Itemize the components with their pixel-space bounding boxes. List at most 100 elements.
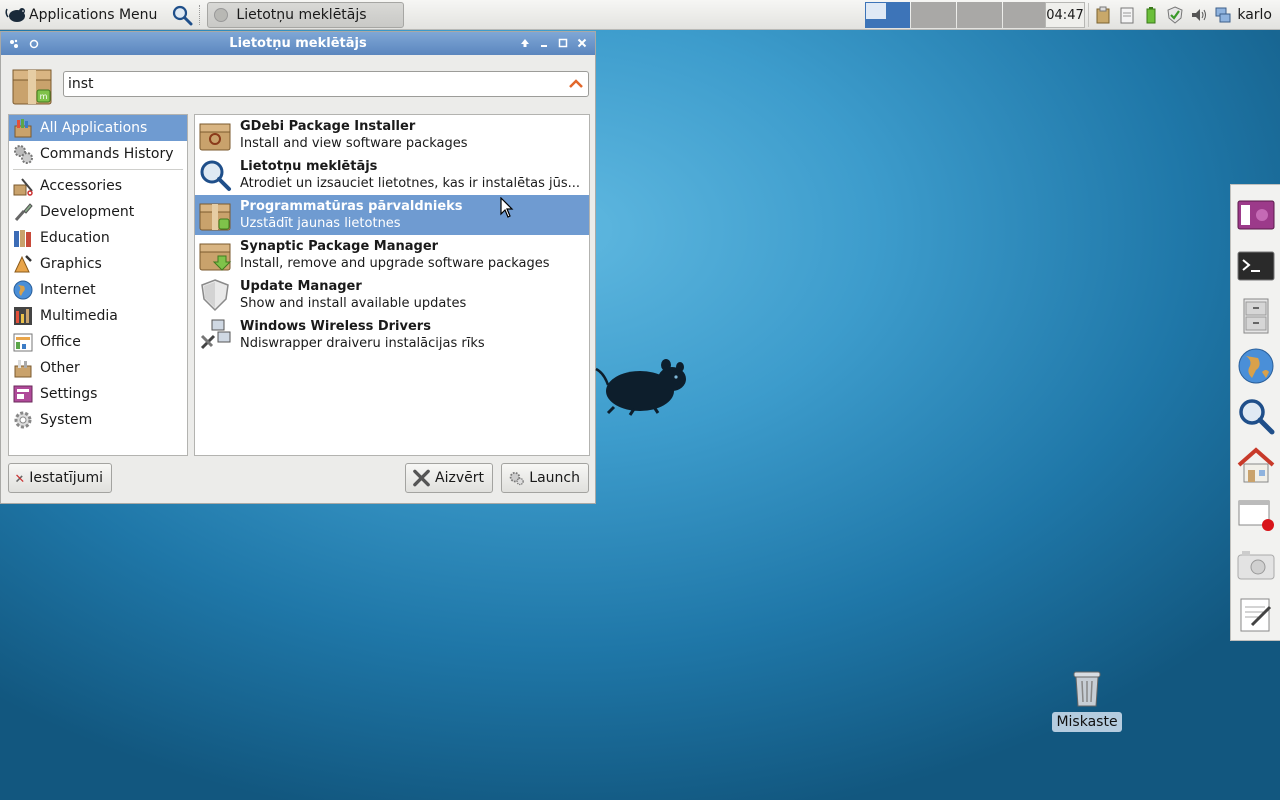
app-name: Lietotņu meklētājs [240, 159, 378, 174]
category-education[interactable]: Education [9, 225, 187, 251]
terminal-icon [1237, 251, 1274, 281]
workspace-3[interactable] [957, 2, 1002, 28]
globe-icon [13, 280, 33, 300]
trash-label: Miskaste [1052, 712, 1122, 732]
user-name[interactable]: karlo [1237, 0, 1272, 30]
chevron-up-icon[interactable] [568, 76, 584, 92]
app-finder-launcher[interactable] [169, 2, 195, 28]
graphics-icon [14, 255, 32, 273]
dock-home-folder[interactable] [1234, 440, 1278, 490]
settings-icon [13, 385, 33, 403]
dock-app-finder[interactable] [1234, 391, 1278, 441]
desktop-trash[interactable]: Miskaste [1052, 668, 1122, 732]
app-name: Update Manager [240, 279, 362, 294]
update-check-icon[interactable] [1165, 5, 1185, 25]
all-applications-icon [14, 119, 32, 138]
shield-icon [201, 279, 229, 312]
window-titlebar[interactable]: Lietotņu meklētājs [1, 32, 595, 55]
other-icon [14, 360, 32, 378]
category-development[interactable]: Development [9, 199, 187, 225]
app-name: Windows Wireless Drivers [240, 319, 431, 334]
search-input-value: inst [68, 76, 94, 92]
workspace-1[interactable] [865, 2, 910, 28]
application-list: GDebi Package Installer Install and view… [194, 114, 590, 456]
office-icon [13, 333, 33, 352]
category-multimedia[interactable]: Multimedia [9, 303, 187, 329]
workspace-4[interactable] [1003, 2, 1048, 28]
dock-screenshot[interactable] [1234, 540, 1278, 590]
dock-terminal[interactable] [1234, 241, 1278, 291]
category-graphics[interactable]: Graphics [9, 251, 187, 277]
category-all-applications[interactable]: All Applications [9, 115, 187, 141]
top-panel: Applications Menu Lietotņu meklētājs 04:… [0, 0, 1280, 30]
notes-icon[interactable] [1117, 5, 1137, 25]
app-lietotnu-mekletajs[interactable]: Lietotņu meklētājs Atrodiet un izsauciet… [195, 155, 589, 195]
app-description: Install and view software packages [240, 136, 468, 151]
taskbar-window-button[interactable]: Lietotņu meklētājs [207, 1, 405, 28]
development-icon [14, 203, 33, 221]
volume-icon[interactable] [1189, 5, 1209, 25]
applications-menu-button[interactable]: Applications Menu [0, 0, 163, 30]
magnifier-icon [173, 5, 193, 25]
file-cabinet-icon [1243, 298, 1268, 334]
app-description: Atrodiet un izsauciet lietotnes, kas ir … [240, 176, 581, 191]
multimedia-icon [14, 307, 32, 325]
category-settings[interactable]: Settings [9, 381, 187, 407]
workspace-2[interactable] [911, 2, 956, 28]
app-programmaturas-parvaldnieks[interactable]: Programmatūras pārvaldnieks Uzstādīt jau… [195, 195, 589, 235]
gears-icon [14, 145, 33, 164]
package-box-icon [199, 123, 231, 151]
network-icon[interactable] [1213, 5, 1233, 25]
category-separator [13, 169, 183, 170]
dock-web-browser[interactable] [1234, 341, 1278, 391]
close-icon[interactable] [575, 35, 589, 51]
category-accessories[interactable]: Accessories [9, 173, 187, 199]
app-windows-wireless-drivers[interactable]: Windows Wireless Drivers Ndiswrapper dra… [195, 315, 589, 355]
dock-settings-manager[interactable] [1234, 191, 1278, 241]
close-button[interactable]: Aizvērt [405, 463, 493, 493]
shade-icon[interactable] [518, 35, 532, 51]
app-synaptic[interactable]: Synaptic Package Manager Install, remove… [195, 235, 589, 275]
taskbar-window-title: Lietotņu meklētājs [236, 6, 367, 23]
workspace-switcher [865, 2, 1049, 28]
sticky-icon[interactable] [27, 36, 41, 52]
package-box-icon [199, 203, 231, 231]
tools-icon [15, 474, 24, 483]
clipboard-icon[interactable] [1093, 5, 1113, 25]
minimize-icon[interactable] [537, 35, 551, 51]
dock-text-editor[interactable] [1234, 590, 1278, 640]
settings-manager-icon [1237, 200, 1274, 230]
battery-icon[interactable] [1141, 5, 1161, 25]
category-internet[interactable]: Internet [9, 277, 187, 303]
panel-separator [199, 4, 203, 25]
category-commands-history[interactable]: Commands History [9, 141, 187, 167]
dock-screen-recorder[interactable] [1234, 490, 1278, 540]
settings-button[interactable]: Iestatījumi [8, 463, 112, 493]
category-list: All Applications Commands History Access… [8, 114, 188, 456]
search-input[interactable]: inst [63, 71, 589, 97]
category-office[interactable]: Office [9, 329, 187, 355]
camera-icon [1237, 551, 1274, 580]
app-name: GDebi Package Installer [240, 119, 416, 134]
record-window-icon [1238, 500, 1274, 532]
applications-menu-label: Applications Menu [29, 6, 158, 23]
app-description: Ndiswrapper draiveru instalācijas rīks [240, 336, 485, 351]
magnifier-icon [1238, 398, 1274, 434]
dock-file-manager[interactable] [1234, 291, 1278, 341]
app-description: Uzstādīt jaunas lietotnes [240, 216, 401, 231]
close-x-icon [413, 469, 430, 487]
app-description: Install, remove and upgrade software pac… [240, 256, 550, 271]
xfce-mouse-wallpaper-icon [595, 359, 686, 416]
app-update-manager[interactable]: Update Manager Show and install availabl… [195, 275, 589, 315]
app-name: Synaptic Package Manager [240, 239, 439, 254]
category-system[interactable]: System [9, 407, 187, 433]
maximize-icon[interactable] [556, 35, 570, 51]
category-other[interactable]: Other [9, 355, 187, 381]
magnifier-icon [200, 160, 231, 191]
launch-button[interactable]: Launch [501, 463, 589, 493]
window-menu-icon[interactable] [7, 36, 21, 52]
app-gdebi[interactable]: GDebi Package Installer Install and view… [195, 115, 589, 155]
clock[interactable]: 04:47 [1045, 2, 1085, 28]
window-icon [214, 7, 229, 22]
home-icon [1237, 447, 1274, 483]
